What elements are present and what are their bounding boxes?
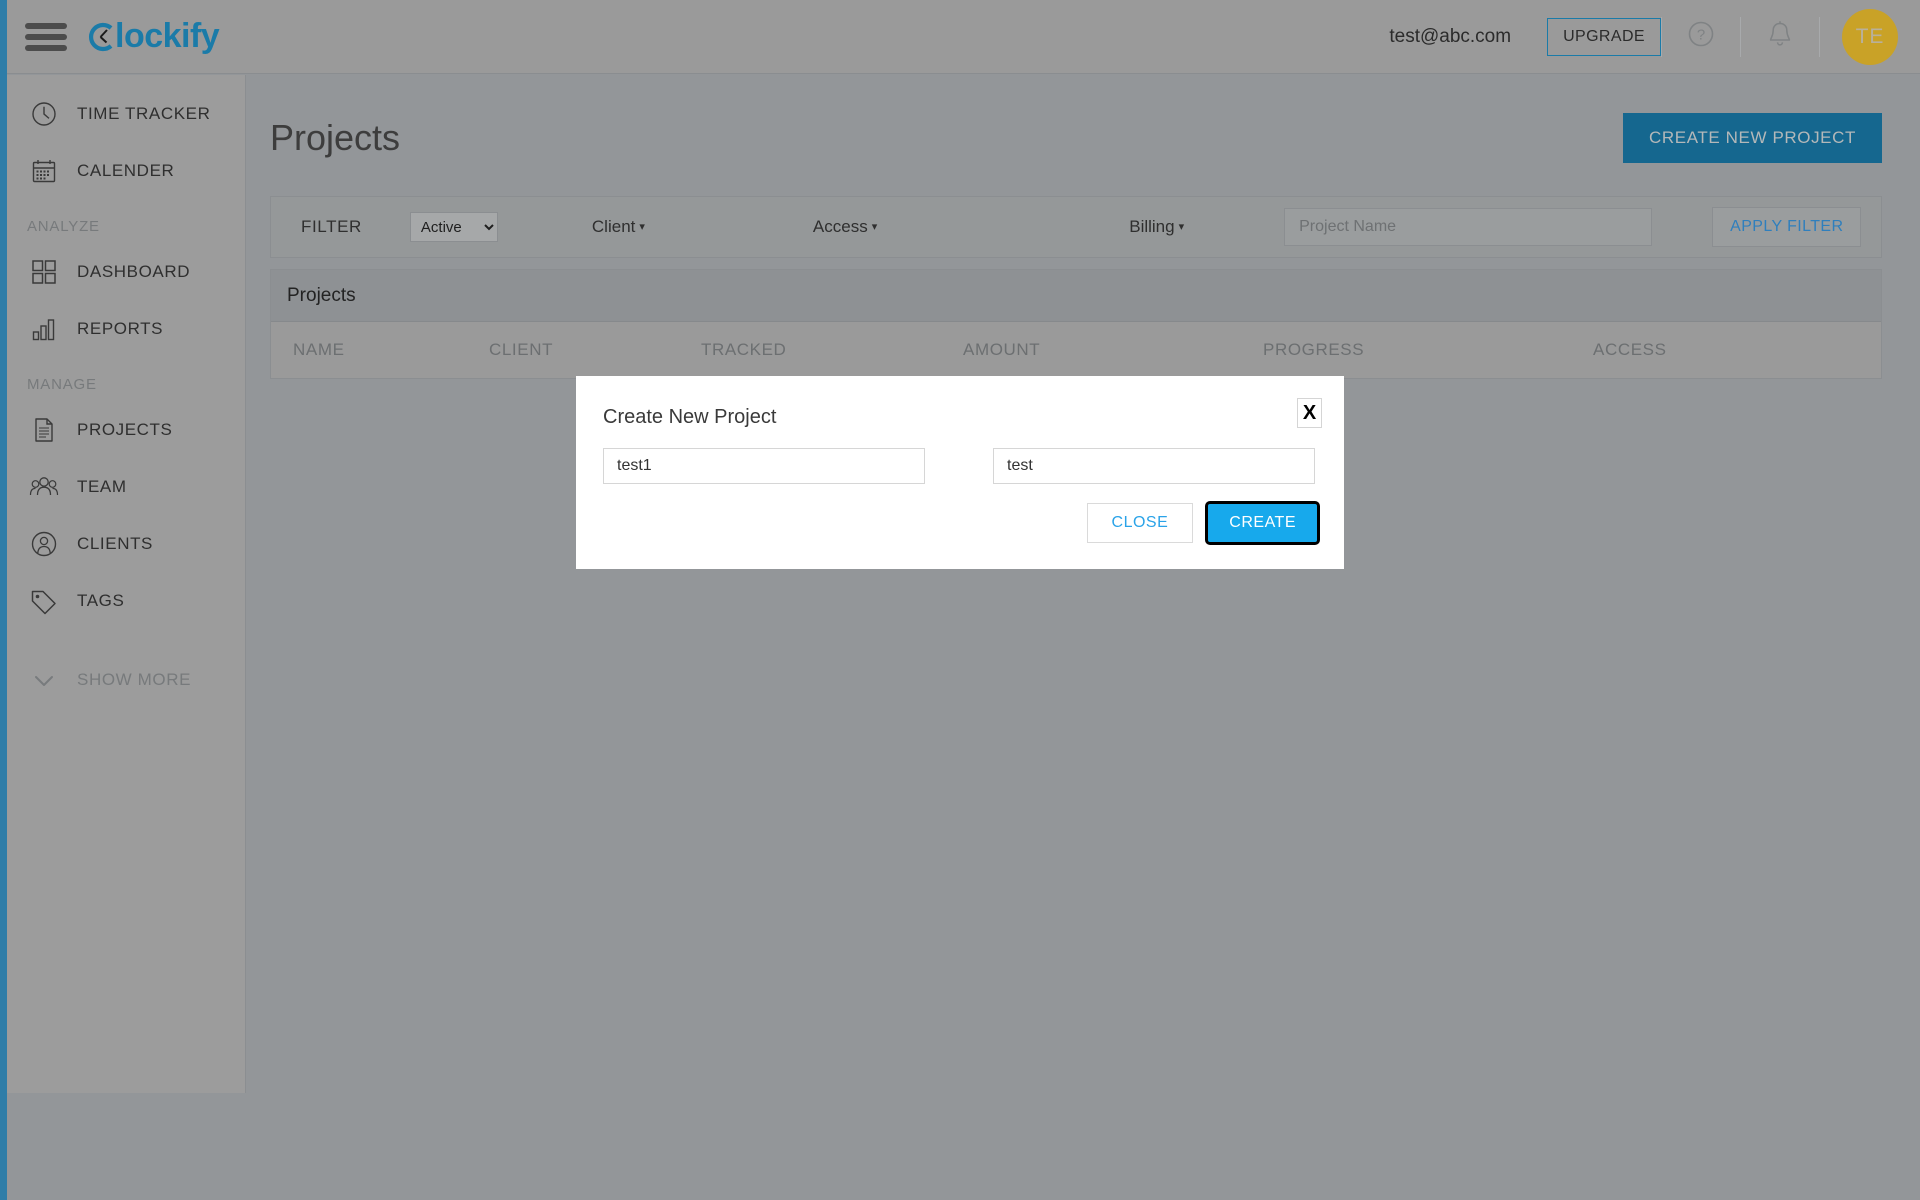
calendar-icon: [27, 154, 61, 188]
sidebar-item-calender[interactable]: CALENDER: [7, 142, 245, 199]
tag-icon: [27, 584, 61, 618]
bar-chart-icon: [27, 312, 61, 346]
clockify-logo[interactable]: lockify: [87, 17, 219, 56]
left-accent-strip: [0, 0, 7, 1200]
modal-create-button[interactable]: CREATE: [1207, 503, 1318, 543]
clockify-app: lockify test@abc.com UPGRADE ?: [0, 0, 1920, 1200]
chevron-down-icon: ▾: [872, 221, 878, 233]
sidebar-section-manage: MANAGE: [7, 371, 245, 397]
question-circle-icon: ?: [1685, 18, 1717, 55]
hamburger-icon[interactable]: [25, 20, 67, 54]
user-email: test@abc.com: [1389, 26, 1511, 48]
sidebar-item-clients[interactable]: CLIENTS: [7, 515, 245, 572]
client-filter-dropdown[interactable]: Client ▾: [592, 217, 645, 237]
sidebar-item-label: REPORTS: [77, 319, 163, 339]
header-right-group: test@abc.com UPGRADE ?: [1389, 0, 1920, 73]
sidebar-item-team[interactable]: TEAM: [7, 458, 245, 515]
people-icon: [27, 470, 61, 504]
avatar: TE: [1842, 9, 1898, 65]
projects-table-band-label: Projects: [287, 285, 356, 307]
modal-client-input[interactable]: [993, 448, 1315, 484]
top-header: lockify test@abc.com UPGRADE ?: [7, 0, 1920, 74]
apply-filter-button[interactable]: APPLY FILTER: [1712, 207, 1861, 247]
billing-filter-label: Billing: [1129, 217, 1174, 236]
hamburger-bar: [25, 23, 67, 29]
chevron-down-icon: [27, 663, 61, 697]
sidebar-item-dashboard[interactable]: DASHBOARD: [7, 243, 245, 300]
modal-title: Create New Project: [603, 406, 776, 429]
modal-actions: CLOSE CREATE: [1087, 503, 1318, 543]
person-circle-icon: [27, 527, 61, 561]
close-icon[interactable]: X: [1297, 398, 1322, 428]
column-header-tracked: TRACKED: [701, 340, 963, 360]
create-new-project-button[interactable]: CREATE NEW PROJECT: [1623, 113, 1882, 163]
sidebar-item-tags[interactable]: TAGS: [7, 572, 245, 629]
logo-text: lockify: [115, 17, 219, 56]
projects-table-band: Projects: [271, 270, 1881, 322]
project-name-filter-input[interactable]: [1284, 208, 1652, 246]
column-header-amount: AMOUNT: [963, 340, 1263, 360]
sidebar-item-label: TIME TRACKER: [77, 104, 210, 124]
bell-icon: [1764, 18, 1796, 55]
chevron-down-icon: ▾: [639, 221, 645, 233]
sidebar-show-more-label: SHOW MORE: [77, 670, 191, 690]
main-content: Projects CREATE NEW PROJECT FILTER Activ…: [247, 75, 1920, 1200]
access-filter-dropdown[interactable]: Access ▾: [813, 217, 877, 237]
page-title: Projects: [270, 117, 400, 159]
modal-project-name-input[interactable]: [603, 448, 925, 484]
svg-text:?: ?: [1697, 27, 1705, 44]
hamburger-bar: [25, 34, 67, 40]
client-filter-label: Client: [592, 217, 635, 236]
sidebar-item-reports[interactable]: REPORTS: [7, 300, 245, 357]
projects-table: Projects NAME CLIENT TRACKED AMOUNT PROG…: [270, 269, 1882, 379]
column-header-access: ACCESS: [1593, 340, 1793, 360]
sidebar-show-more[interactable]: SHOW MORE: [7, 651, 245, 708]
clock-logo-icon: [87, 22, 114, 52]
filter-bar: FILTER Active Archived All Client ▾ Acces…: [270, 196, 1882, 258]
modal-fields: [603, 448, 1318, 484]
notifications-button[interactable]: [1741, 0, 1819, 74]
sidebar: TIME TRACKER CALEN: [7, 75, 246, 1093]
sidebar-item-label: CALENDER: [77, 161, 174, 181]
access-filter-label: Access: [813, 217, 868, 236]
chevron-down-icon: ▾: [1179, 221, 1185, 233]
billing-filter-dropdown[interactable]: Billing ▾: [1129, 217, 1184, 237]
document-icon: [27, 413, 61, 447]
grid-icon: [27, 255, 61, 289]
create-new-project-modal: Create New Project X CLOSE CREATE: [576, 376, 1344, 569]
status-filter-select[interactable]: Active Archived All: [410, 212, 498, 242]
column-header-progress: PROGRESS: [1263, 340, 1593, 360]
sidebar-item-label: PROJECTS: [77, 420, 172, 440]
column-header-client: CLIENT: [489, 340, 701, 360]
sidebar-item-projects[interactable]: PROJECTS: [7, 401, 245, 458]
sidebar-item-label: DASHBOARD: [77, 262, 190, 282]
modal-close-button[interactable]: CLOSE: [1087, 503, 1194, 543]
column-header-name: NAME: [271, 340, 489, 360]
help-button[interactable]: ?: [1662, 0, 1740, 74]
projects-table-header-row: NAME CLIENT TRACKED AMOUNT PROGRESS ACCE…: [271, 322, 1881, 378]
upgrade-button[interactable]: UPGRADE: [1547, 18, 1661, 56]
sidebar-item-label: TEAM: [77, 477, 127, 497]
sidebar-item-label: CLIENTS: [77, 534, 153, 554]
filter-label: FILTER: [301, 217, 362, 237]
page-header: Projects CREATE NEW PROJECT: [247, 75, 1920, 163]
sidebar-item-label: TAGS: [77, 591, 124, 611]
hamburger-bar: [25, 45, 67, 51]
sidebar-section-analyze: ANALYZE: [7, 213, 245, 239]
clock-icon: [27, 97, 61, 131]
user-menu-button[interactable]: TE: [1820, 0, 1920, 74]
sidebar-item-time-tracker[interactable]: TIME TRACKER: [7, 85, 245, 142]
